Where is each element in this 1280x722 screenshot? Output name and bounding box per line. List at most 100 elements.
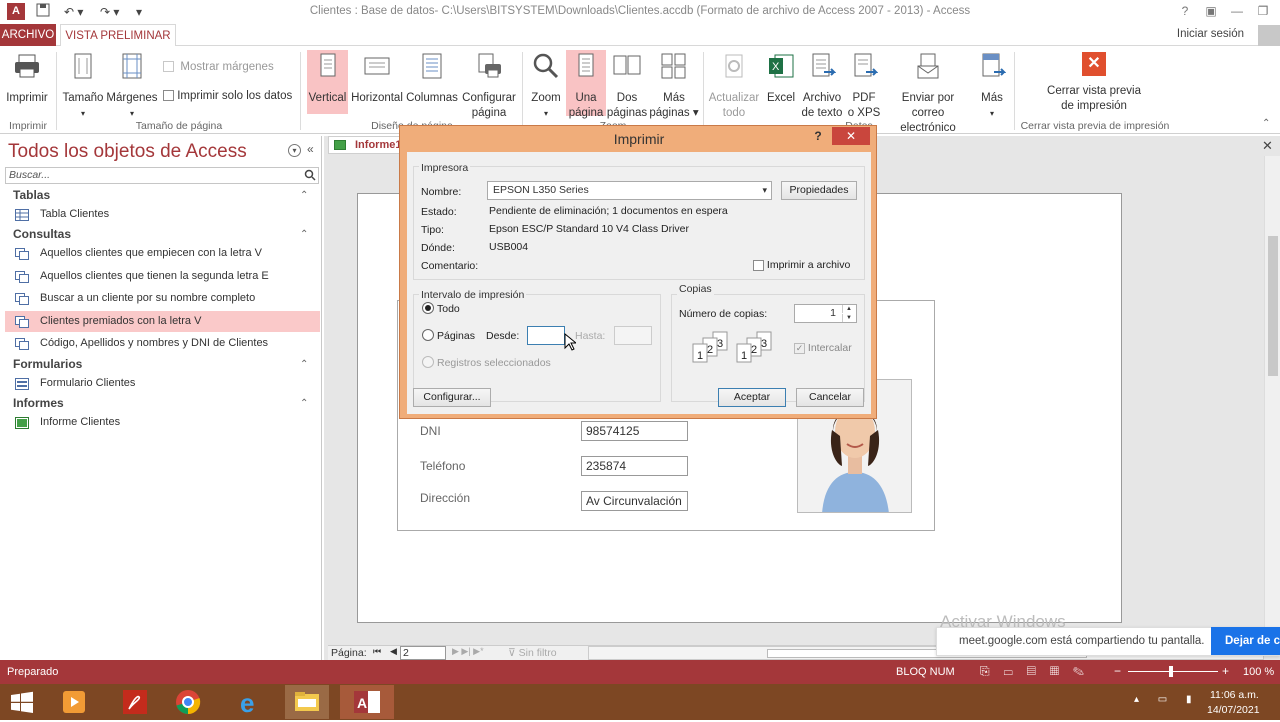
file-explorer-icon[interactable] [285, 685, 329, 719]
una-pagina-button[interactable]: Una página [566, 50, 606, 119]
access-taskbar-icon[interactable]: A [340, 685, 394, 719]
chevron-down-icon: ▾ [762, 185, 767, 195]
estado-label: Estado: [421, 206, 457, 218]
columnas-button[interactable]: Columnas [405, 52, 459, 114]
chrome-icon[interactable] [166, 685, 210, 719]
clock-time[interactable]: 11:06 a.m. [1210, 689, 1259, 701]
nav-item-informe-clientes[interactable]: Informe Clientes [5, 412, 320, 433]
maximize-icon[interactable]: ❐ [1252, 3, 1274, 19]
category-formularios[interactable]: Formularios [13, 357, 82, 371]
tab-vista-preliminar[interactable]: VISTA PRELIMINAR [60, 24, 176, 47]
propiedades-button[interactable]: Propiedades [781, 181, 857, 200]
spin-up-icon[interactable]: ▲ [842, 305, 855, 313]
next-page-icon[interactable]: ▶ ▶| ▶* [452, 646, 484, 657]
excel-button[interactable]: X Excel [762, 52, 800, 114]
archivo-texto-button[interactable]: Archivo de texto [800, 52, 844, 119]
nav-search-input[interactable]: Buscar... [5, 167, 319, 184]
help-icon[interactable]: ? [1174, 3, 1196, 19]
collapse-arrow-icon[interactable]: ⌃ [300, 359, 308, 370]
nav-menu-chevron-icon[interactable]: ▾ [288, 144, 301, 157]
stop-sharing-button[interactable]: Dejar de c [1211, 627, 1280, 655]
screen-share-text: meet.google.com está compartiendo tu pan… [959, 635, 1205, 647]
horizontal-button[interactable]: Horizontal [349, 52, 405, 114]
nav-item-query[interactable]: Aquellos clientes que empiecen con la le… [5, 243, 320, 264]
paginas-label[interactable]: Páginas [437, 330, 475, 342]
shutter-bar-icon[interactable]: « [307, 142, 314, 156]
dos-paginas-button[interactable]: Dos páginas [606, 52, 648, 119]
signin-link[interactable]: Iniciar sesión [1177, 28, 1244, 40]
filter-icon[interactable]: ⊽ Sin filtro [508, 647, 557, 659]
comentario-label: Comentario: [421, 260, 479, 272]
first-page-icon[interactable]: ⏮ [373, 646, 381, 657]
media-player-icon[interactable] [52, 685, 96, 719]
mas-paginas-button[interactable]: Más páginas ▾ [648, 52, 700, 119]
search-icon[interactable] [304, 169, 316, 184]
nav-item-formulario-clientes[interactable]: Formulario Clientes [5, 373, 320, 394]
intercalar-checkbox[interactable]: ✓ Intercalar [794, 342, 852, 354]
cancelar-button[interactable]: Cancelar [796, 388, 864, 407]
nav-item-query[interactable]: Aquellos clientes que tienen la segunda … [5, 266, 320, 287]
category-consultas[interactable]: Consultas [13, 227, 71, 241]
tamano-button[interactable]: Tamaño ▾ [60, 52, 106, 118]
nav-item-query[interactable]: Buscar a un cliente por su nombre comple… [5, 288, 320, 309]
pdf-xps-button[interactable]: PDF o XPS [846, 52, 882, 119]
view-icons[interactable]: ⎘▭▤▦✎ [980, 664, 1098, 679]
text-file-icon [812, 53, 837, 77]
minimize-icon[interactable]: — [1226, 3, 1248, 19]
vertical-scrollbar[interactable] [1264, 156, 1280, 646]
acrobat-icon[interactable] [113, 685, 157, 719]
mas-export-button[interactable]: Más ▾ [974, 52, 1010, 118]
close-document-icon[interactable]: ✕ [1262, 138, 1273, 154]
tray-icons[interactable]: ▴ ▭ ▮ [1134, 694, 1200, 705]
columns-icon [422, 53, 442, 79]
collapse-arrow-icon[interactable]: ⌃ [300, 398, 308, 409]
svg-text:2: 2 [707, 344, 713, 356]
mostrar-margenes-checkbox[interactable]: Mostrar márgenes [163, 61, 274, 73]
zoom-button[interactable]: Zoom ▾ [526, 52, 566, 118]
nav-title[interactable]: Todos los objetos de Access [8, 141, 247, 163]
dni-value: 98574125 [581, 421, 688, 441]
imprimir-archivo-checkbox[interactable]: Imprimir a archivo [753, 259, 850, 271]
imprimir-solo-datos-checkbox[interactable]: Imprimir solo los datos [163, 90, 292, 102]
cerrar-vista-previa-button[interactable]: ✕ Cerrar vista previa de impresión [1030, 52, 1158, 114]
configurar-pagina-button[interactable]: Configurar página [459, 52, 519, 119]
desde-input[interactable] [527, 326, 565, 345]
collapse-ribbon-icon[interactable]: ⌃ [1262, 118, 1270, 129]
nav-item-query[interactable]: Código, Apellidos y nombres y DNI de Cli… [5, 333, 320, 354]
category-informes[interactable]: Informes [13, 396, 64, 410]
registros-radio[interactable] [422, 356, 434, 368]
margenes-button[interactable]: Márgenes ▾ [106, 52, 158, 118]
category-tablas[interactable]: Tablas [13, 188, 50, 202]
clock-date[interactable]: 14/07/2021 [1207, 704, 1260, 716]
printer-select[interactable]: EPSON L350 Series ▾ [487, 181, 772, 200]
todo-radio[interactable] [422, 302, 434, 314]
nav-item-tabla-clientes[interactable]: Tabla Clientes [5, 204, 320, 225]
page-number-input[interactable]: 2 [400, 646, 446, 660]
dialog-close-button[interactable]: ✕ [832, 127, 870, 145]
prev-page-icon[interactable]: ◀ [390, 646, 397, 657]
vertical-button[interactable]: Vertical [307, 50, 348, 114]
spin-down-icon[interactable]: ▼ [842, 314, 855, 322]
todo-label[interactable]: Todo [437, 303, 460, 315]
nav-item-query-selected[interactable]: Clientes premiados con la letra V [5, 311, 320, 332]
hasta-input[interactable] [614, 326, 652, 345]
pager-label: Página: [331, 647, 367, 659]
account-avatar-icon[interactable] [1258, 25, 1280, 46]
tipo-label: Tipo: [421, 224, 444, 236]
dialog-help-button[interactable]: ? [810, 129, 826, 143]
windows-start-icon[interactable] [0, 685, 44, 719]
internet-explorer-icon[interactable]: e [228, 685, 272, 719]
copies-stepper[interactable]: 1 ▲ ▼ [794, 304, 857, 323]
collapse-arrow-icon[interactable]: ⌃ [300, 190, 308, 201]
zoom-slider[interactable]: − + [1114, 664, 1232, 678]
configurar-button[interactable]: Configurar... [413, 388, 491, 407]
actualizar-todo-button[interactable]: Actualizar todo [706, 52, 762, 119]
paginas-radio[interactable] [422, 329, 434, 341]
ribbon-options-icon[interactable]: ▣ [1200, 3, 1222, 19]
aceptar-button[interactable]: Aceptar [718, 388, 786, 407]
tab-archivo[interactable]: ARCHIVO [0, 24, 56, 46]
enviar-correo-button[interactable]: Enviar por correo electrónico [884, 52, 972, 134]
collapse-arrow-icon[interactable]: ⌃ [300, 229, 308, 240]
zoom-level[interactable]: 100 % [1243, 666, 1274, 678]
imprimir-button[interactable]: Imprimir [2, 52, 52, 114]
